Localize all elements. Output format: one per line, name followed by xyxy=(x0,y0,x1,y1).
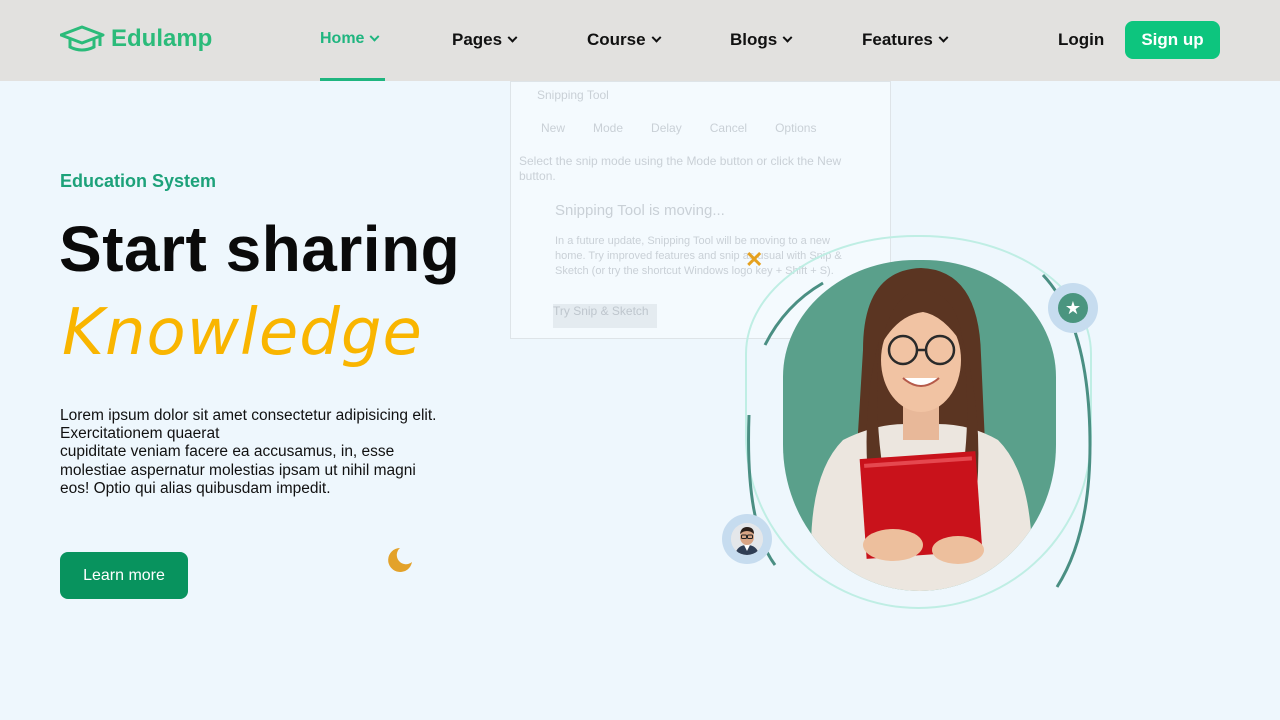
nav-pages[interactable]: Pages xyxy=(452,30,518,50)
chevron-down-icon xyxy=(651,32,662,43)
moon-icon xyxy=(388,548,412,572)
star-badge: ★ xyxy=(1048,283,1098,333)
graduation-cap-icon xyxy=(60,25,105,52)
overlay-heading: Snipping Tool is moving... xyxy=(555,202,725,219)
overlay-toolbar: New Mode Delay Cancel Options xyxy=(519,116,884,140)
overlay-tool-new: New xyxy=(541,121,566,135)
top-nav-bar: Edulamp Home Pages Course Blogs Features… xyxy=(0,0,1280,81)
overlay-button: Try Snip & Sketch xyxy=(553,304,657,328)
overlay-tool-options: Options xyxy=(775,121,817,135)
hero-description: Lorem ipsum dolor sit amet consectetur a… xyxy=(60,407,440,498)
person-icon xyxy=(731,523,763,555)
nav-blogs[interactable]: Blogs xyxy=(730,30,793,50)
chevron-down-icon xyxy=(370,31,380,42)
nav-home-label: Home xyxy=(320,30,365,47)
star-icon: ★ xyxy=(1058,293,1088,323)
nav-home[interactable]: Home xyxy=(320,30,380,48)
chevron-down-icon xyxy=(782,32,793,43)
login-link[interactable]: Login xyxy=(1058,30,1104,50)
nav-course-label: Course xyxy=(587,30,646,49)
overlay-tool-mode: Mode xyxy=(593,121,624,135)
hero-highlight: Knowledge xyxy=(62,296,423,370)
avatar-badge xyxy=(722,514,772,564)
nav-course[interactable]: Course xyxy=(587,30,662,50)
nav-blogs-label: Blogs xyxy=(730,30,778,49)
nav-features-label: Features xyxy=(862,30,933,49)
student-portrait xyxy=(783,260,1056,591)
hero-headline: Start sharing xyxy=(59,213,461,285)
brand-name: Edulamp xyxy=(111,25,213,52)
overlay-tool-delay: Delay xyxy=(651,121,682,135)
hero-description-line2: cupiditate veniam facere ea accusamus, i… xyxy=(60,443,416,497)
nav-pages-label: Pages xyxy=(452,30,503,49)
student-illustration xyxy=(811,268,1033,591)
chevron-down-icon xyxy=(938,32,949,43)
chevron-down-icon xyxy=(507,32,518,43)
brand-logo[interactable]: Edulamp xyxy=(60,24,212,54)
hero-eyebrow: Education System xyxy=(60,171,217,191)
overlay-hint: Select the snip mode using the Mode butt… xyxy=(519,154,842,183)
hero-description-line1: Lorem ipsum dolor sit amet consectetur a… xyxy=(60,407,437,443)
nav-features[interactable]: Features xyxy=(862,30,949,50)
avatar xyxy=(731,523,763,555)
overlay-tool-cancel: Cancel xyxy=(709,121,748,135)
learn-more-button[interactable]: Learn more xyxy=(60,552,188,599)
close-icon: ✕ xyxy=(745,247,764,272)
active-nav-indicator xyxy=(320,78,385,81)
overlay-title: Snipping Tool xyxy=(537,88,609,102)
signup-button[interactable]: Sign up xyxy=(1125,21,1220,59)
